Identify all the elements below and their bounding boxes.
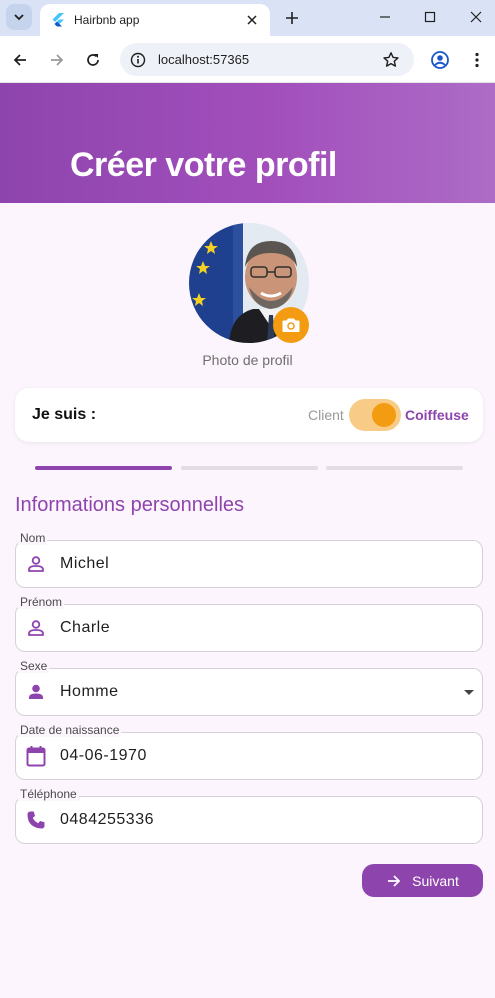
page-title: Créer votre profil [70, 146, 337, 184]
star-icon [383, 51, 399, 67]
maximize-button[interactable] [415, 4, 445, 30]
prenom-field[interactable]: Prénom Charle [15, 595, 483, 652]
maximize-icon [424, 11, 436, 23]
step-indicator-1 [35, 466, 172, 470]
telephone-value[interactable]: 0484255336 [60, 811, 154, 829]
browser-tab[interactable]: Hairbnb app [40, 4, 270, 36]
date-naissance-label: Date de naissance [18, 723, 122, 737]
close-icon [470, 11, 482, 23]
nom-label: Nom [18, 531, 48, 545]
telephone-field[interactable]: Téléphone 0484255336 [15, 787, 483, 844]
photo-label: Photo de profil [202, 352, 293, 368]
arrow-right-icon [51, 54, 64, 66]
reload-button[interactable] [80, 47, 106, 73]
role-toggle[interactable] [349, 399, 401, 431]
nom-field[interactable]: Nom Michel [15, 531, 483, 588]
role-label: Je suis : [32, 406, 97, 423]
url-text[interactable]: localhost:57365 [158, 52, 380, 67]
prenom-label: Prénom [18, 595, 65, 609]
arrow-forward-icon [386, 873, 402, 889]
reload-icon [87, 54, 99, 66]
sexe-label: Sexe [18, 659, 50, 673]
nom-value[interactable]: Michel [60, 555, 109, 573]
tab-title: Hairbnb app [74, 13, 140, 27]
calendar-icon[interactable] [25, 745, 47, 767]
telephone-label: Téléphone [18, 787, 79, 801]
flutter-icon [52, 13, 64, 27]
next-button[interactable]: Suivant [362, 864, 483, 897]
plus-icon [286, 12, 298, 24]
menu-button[interactable] [464, 47, 490, 73]
camera-icon [282, 318, 300, 332]
close-icon [247, 15, 257, 25]
person-icon [25, 681, 47, 703]
person-outline-icon [25, 553, 47, 575]
more-vert-icon [475, 52, 479, 68]
role-option-client[interactable]: Client [308, 407, 344, 423]
account-circle-icon [431, 51, 449, 69]
profile-button[interactable] [427, 47, 453, 73]
minimize-icon [380, 16, 390, 18]
step-indicator-3 [326, 466, 463, 470]
tab-close-button[interactable] [242, 10, 262, 30]
browser-tab-strip: Hairbnb app [0, 0, 495, 36]
role-option-coiffeuse[interactable]: Coiffeuse [405, 407, 469, 423]
date-naissance-field[interactable]: Date de naissance 04-06-1970 [15, 723, 483, 780]
site-info-icon[interactable] [130, 52, 146, 68]
date-naissance-value[interactable]: 04-06-1970 [60, 747, 147, 765]
dropdown-arrow-icon[interactable] [464, 690, 474, 695]
tab-search-button[interactable] [6, 4, 32, 30]
chevron-down-icon [14, 14, 24, 21]
new-tab-button[interactable] [280, 6, 304, 30]
toggle-knob[interactable] [372, 403, 396, 427]
section-title: Informations personnelles [15, 494, 245, 516]
next-button-label: Suivant [412, 872, 459, 889]
window-close-button[interactable] [461, 4, 491, 30]
person-outline-icon [25, 617, 47, 639]
change-photo-button[interactable] [273, 307, 309, 343]
bookmark-button[interactable] [380, 49, 402, 71]
forward-button[interactable] [44, 47, 70, 73]
phone-icon [25, 809, 47, 831]
role-selector-card: Je suis : Client Coiffeuse [15, 388, 483, 442]
app-header: Créer votre profil [0, 83, 495, 203]
arrow-left-icon [13, 54, 26, 66]
sexe-value[interactable]: Homme [60, 683, 119, 701]
profile-photo[interactable] [189, 223, 309, 343]
sexe-select[interactable]: Sexe Homme [15, 659, 483, 716]
address-bar[interactable]: localhost:57365 [120, 43, 414, 76]
back-button[interactable] [7, 47, 33, 73]
prenom-value[interactable]: Charle [60, 619, 110, 637]
step-indicator-2 [181, 466, 318, 470]
minimize-button[interactable] [370, 4, 400, 30]
browser-toolbar: localhost:57365 [0, 36, 495, 83]
